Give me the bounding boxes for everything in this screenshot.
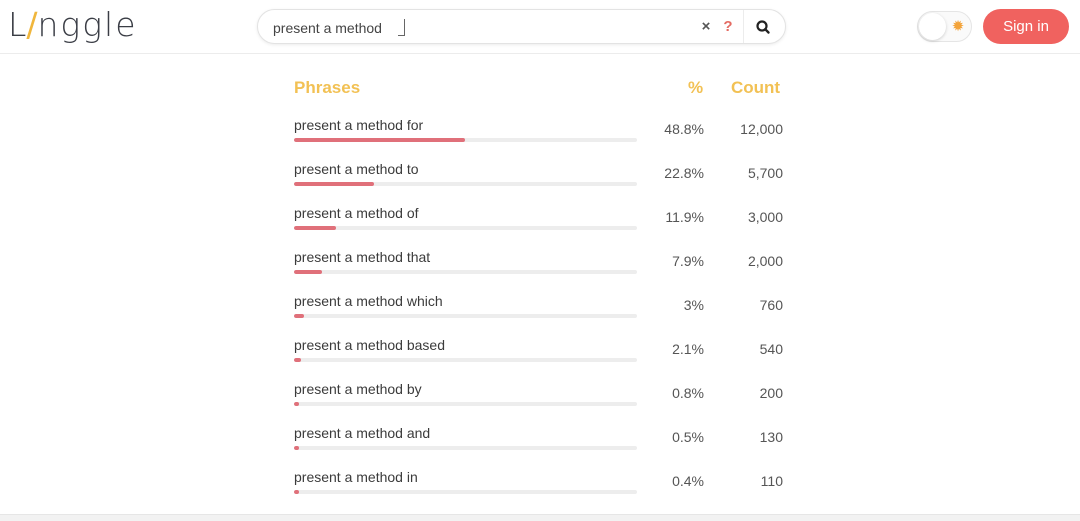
frequency-bar-track [294, 446, 637, 450]
search-box: × ? [257, 9, 786, 44]
percent-value: 0.4% [672, 473, 704, 489]
percent-value: 2.1% [672, 341, 704, 357]
percent-value: 3% [683, 297, 704, 313]
footer-bar [0, 514, 1080, 521]
sign-in-button[interactable]: Sign in [983, 9, 1069, 44]
frequency-bar-track [294, 314, 637, 318]
search-button[interactable] [751, 16, 775, 38]
percent-value: 22.8% [664, 165, 704, 181]
count-value: 5,700 [747, 165, 783, 181]
count-value: 200 [759, 385, 783, 401]
phrase-text: present a method by [294, 381, 422, 397]
sun-icon: ✹ [951, 18, 965, 35]
frequency-bar-fill [294, 446, 299, 450]
frequency-bar-track [294, 138, 637, 142]
result-row[interactable]: present a method by 0.8% 200 [294, 381, 794, 425]
percent-value: 7.9% [672, 253, 704, 269]
clear-button[interactable]: × [699, 17, 713, 37]
count-value: 130 [759, 429, 783, 445]
count-value: 540 [759, 341, 783, 357]
toggle-knob [919, 13, 946, 40]
frequency-bar-fill [294, 490, 299, 494]
result-row[interactable]: present a method for 48.8% 12,000 [294, 117, 794, 161]
phrase-text: present a method in [294, 469, 418, 485]
frequency-bar-track [294, 226, 637, 230]
text-cursor-icon [398, 19, 405, 36]
frequency-bar-fill [294, 358, 301, 362]
column-header-phrases: Phrases [294, 78, 361, 97]
count-value: 110 [760, 473, 783, 489]
frequency-bar-fill [294, 138, 465, 142]
count-value: 760 [759, 297, 783, 313]
search-divider [743, 10, 744, 43]
frequency-bar-fill [294, 314, 304, 318]
phrase-text: present a method to [294, 161, 419, 177]
frequency-bar-fill [294, 226, 336, 230]
result-row[interactable]: present a method based 2.1% 540 [294, 337, 794, 381]
phrase-text: present a method which [294, 293, 443, 309]
percent-value: 0.5% [672, 429, 704, 445]
linggle-logo[interactable]: L/nggle [8, 5, 138, 45]
phrase-text: present a method that [294, 249, 431, 265]
phrase-text: present a method for [294, 117, 424, 133]
column-header-count: Count [731, 78, 781, 97]
top-bar: L/nggle × ? ✹ Sign in [0, 0, 1080, 54]
logo-suffix: nggle [37, 5, 138, 44]
frequency-bar-track [294, 358, 637, 362]
frequency-bar-fill [294, 402, 299, 406]
result-row[interactable]: present a method of 11.9% 3,000 [294, 205, 794, 249]
result-row[interactable]: present a method and 0.5% 130 [294, 425, 794, 469]
help-button[interactable]: ? [721, 17, 735, 37]
result-row[interactable]: present a method that 7.9% 2,000 [294, 249, 794, 293]
search-input[interactable] [273, 18, 693, 37]
result-row[interactable]: present a method in 0.4% 110 [294, 469, 794, 513]
phrase-text: present a method of [294, 205, 419, 221]
column-header-percent: % [688, 78, 704, 97]
count-value: 3,000 [747, 209, 783, 225]
theme-toggle[interactable]: ✹ [917, 11, 972, 42]
percent-value: 11.9% [665, 209, 704, 225]
percent-value: 0.8% [672, 385, 704, 401]
frequency-bar-track [294, 490, 637, 494]
search-icon [756, 20, 770, 34]
percent-value: 48.8% [664, 121, 704, 137]
frequency-bar-fill [294, 182, 374, 186]
phrase-text: present a method and [294, 425, 431, 441]
result-row[interactable]: present a method to 22.8% 5,700 [294, 161, 794, 205]
frequency-bar-track [294, 402, 637, 406]
count-value: 12,000 [740, 121, 783, 137]
frequency-bar-track [294, 270, 637, 274]
phrase-text: present a method based [294, 337, 445, 353]
count-value: 2,000 [747, 253, 783, 269]
frequency-bar-fill [294, 270, 322, 274]
frequency-bar-track [294, 182, 637, 186]
result-row[interactable]: present a method which 3% 760 [294, 293, 794, 337]
